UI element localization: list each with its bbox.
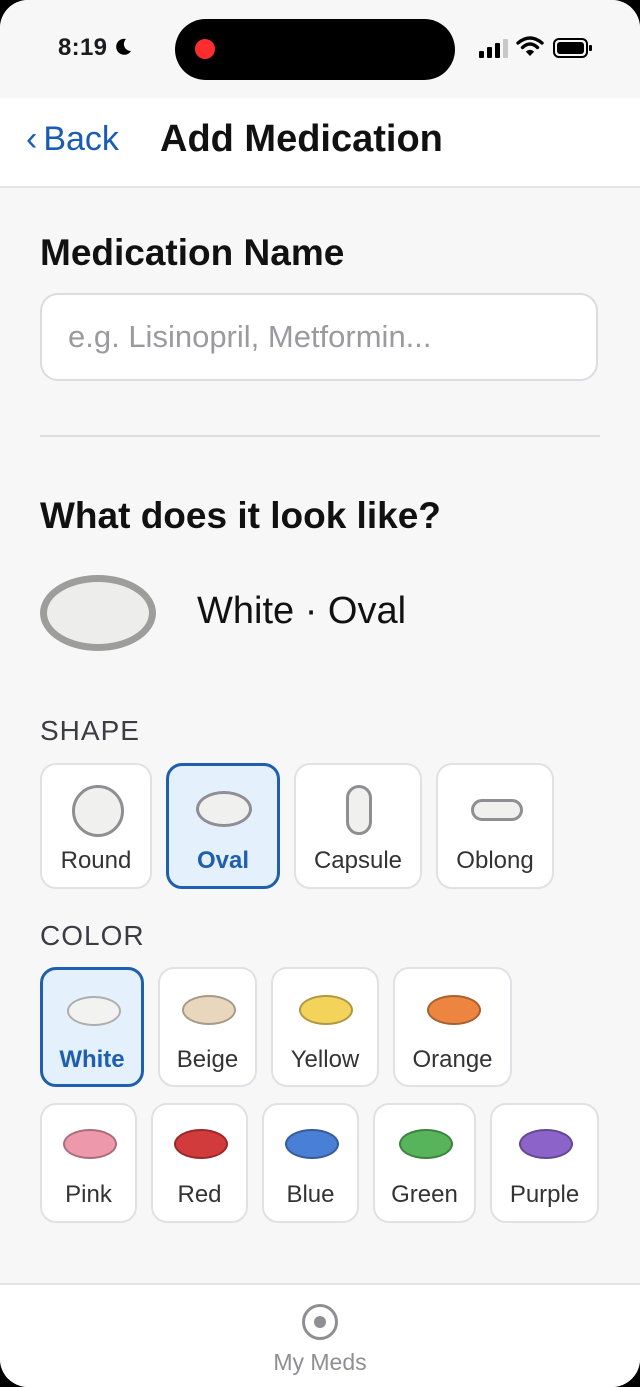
color-option-purple[interactable]: Purple <box>490 1103 599 1223</box>
status-bar: 8:19 <box>0 0 640 98</box>
color-option-green[interactable]: Green <box>373 1103 476 1223</box>
shape-option-round[interactable]: Round <box>40 763 152 889</box>
tab-my-meds-label: My Meds <box>273 1349 367 1375</box>
tab-my-meds[interactable]: My Meds <box>250 1299 390 1379</box>
blue-swatch-icon <box>285 1129 339 1159</box>
color-option-label: Yellow <box>290 1046 360 1073</box>
battery-icon <box>553 38 592 58</box>
capsule-pill-icon <box>346 785 372 835</box>
red-swatch-icon <box>174 1129 228 1159</box>
color-option-red[interactable]: Red <box>151 1103 248 1223</box>
page-title: Add Medication <box>160 118 443 160</box>
color-option-yellow[interactable]: Yellow <box>271 967 379 1087</box>
yellow-swatch-icon <box>299 995 353 1025</box>
wifi-icon <box>516 36 544 56</box>
color-caption: COLOR <box>40 920 145 951</box>
recording-indicator-icon <box>195 39 215 59</box>
color-option-label: Pink <box>65 1181 112 1208</box>
color-option-label: White <box>59 1046 125 1073</box>
status-time: 8:19 <box>58 34 133 62</box>
color-option-label: Red <box>177 1181 222 1208</box>
color-option-label: Green <box>391 1181 458 1208</box>
color-option-label: Beige <box>176 1046 239 1073</box>
medication-name-input[interactable] <box>40 293 598 381</box>
color-option-label: Orange <box>412 1046 493 1073</box>
shape-option-label: Oval <box>196 847 250 874</box>
shape-option-oval[interactable]: Oval <box>166 763 280 889</box>
orange-swatch-icon <box>427 995 481 1025</box>
purple-swatch-icon <box>519 1129 573 1159</box>
round-pill-icon <box>72 785 124 837</box>
color-option-pink[interactable]: Pink <box>40 1103 137 1223</box>
color-option-orange[interactable]: Orange <box>393 967 512 1087</box>
shape-option-label: Round <box>60 847 132 874</box>
appearance-summary: White · Oval <box>197 590 407 632</box>
color-option-beige[interactable]: Beige <box>158 967 257 1087</box>
pink-swatch-icon <box>63 1129 117 1159</box>
appearance-heading: What does it look like? <box>40 495 441 536</box>
shape-option-label: Capsule <box>313 847 403 874</box>
dynamic-island <box>175 19 455 80</box>
back-button[interactable]: ‹ Back <box>26 120 119 159</box>
shape-option-label: Oblong <box>456 847 534 874</box>
shape-option-capsule[interactable]: Capsule <box>294 763 422 889</box>
navigation-bar: ‹ Back Add Medication <box>0 98 640 188</box>
chevron-left-icon: ‹ <box>26 120 38 158</box>
shape-option-oblong[interactable]: Oblong <box>436 763 554 889</box>
color-option-label: Purple <box>509 1181 580 1208</box>
back-label: Back <box>43 120 119 158</box>
section-divider <box>40 435 600 437</box>
green-swatch-icon <box>399 1129 453 1159</box>
medication-name-label: Medication Name <box>40 232 345 273</box>
shape-caption: SHAPE <box>40 715 140 746</box>
color-option-label: Blue <box>286 1181 335 1208</box>
oblong-pill-icon <box>471 799 523 821</box>
color-option-blue[interactable]: Blue <box>262 1103 359 1223</box>
pill-preview-icon <box>40 575 156 651</box>
status-time-text: 8:19 <box>58 34 108 61</box>
moon-icon <box>116 38 132 55</box>
cellular-signal-icon <box>479 38 509 58</box>
oval-pill-icon <box>196 791 252 827</box>
phone-screen: 8:19 ‹ Back Add Medication Medication Nam… <box>0 0 640 1387</box>
beige-swatch-icon <box>182 995 236 1025</box>
white-swatch-icon <box>67 996 121 1026</box>
color-option-white[interactable]: White <box>40 967 144 1087</box>
tab-bar: My Meds <box>0 1283 640 1387</box>
target-circle-icon <box>302 1304 338 1340</box>
